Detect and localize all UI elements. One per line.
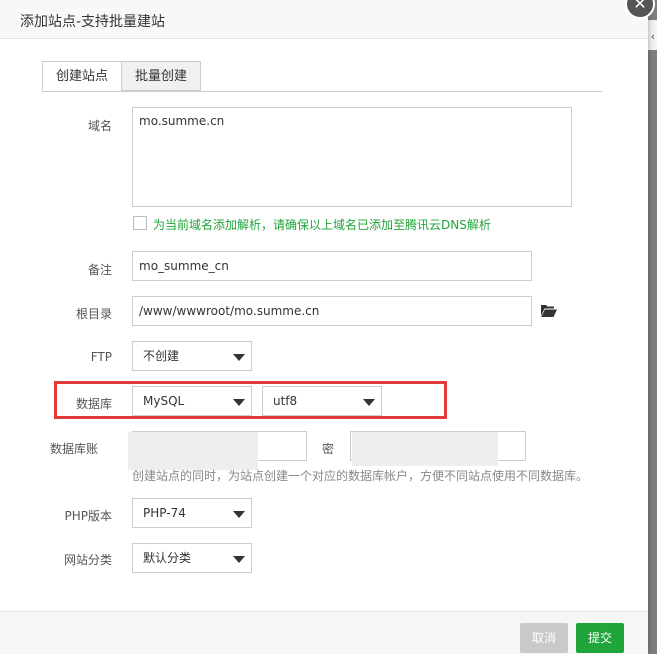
submit-button[interactable]: 提交 — [576, 623, 624, 653]
database-note: 创建站点的同时，为站点创建一个对应的数据库帐户，方便不同站点使用不同数据库。 — [132, 469, 589, 483]
chevron-down-icon — [233, 511, 245, 518]
ftp-selected-value: 不创建 — [143, 349, 180, 363]
tab-create-site[interactable]: 创建站点 — [42, 61, 122, 91]
database-type-select[interactable]: MySQL — [132, 386, 252, 416]
ftp-label: FTP — [90, 350, 112, 364]
dialog-title: 添加站点-支持批量建站 — [20, 14, 166, 30]
database-charset-value: utf8 — [273, 394, 298, 408]
php-version-value: PHP-74 — [143, 506, 186, 520]
dns-hint-text: 为当前域名添加解析，请确保以上域名已添加至腾讯云DNS解析 — [153, 218, 491, 232]
db-account-label: 数据库账 — [50, 442, 99, 456]
folder-open-icon[interactable] — [541, 304, 557, 317]
tab-bar: 创建站点 批量创建 — [42, 61, 602, 92]
chevron-down-icon — [233, 556, 245, 563]
site-category-label: 网站分类 — [63, 553, 112, 567]
blurred-region — [352, 432, 498, 466]
site-category-select[interactable]: 默认分类 — [132, 543, 252, 573]
chevron-down-icon — [233, 354, 245, 361]
db-password-label: 密 — [322, 442, 335, 456]
add-site-dialog: 添加站点-支持批量建站 创建站点 批量创建 域名 mo.summe.cn 为当前… — [0, 0, 648, 654]
domain-textarea[interactable]: mo.summe.cn — [132, 107, 572, 207]
tab-batch-create[interactable]: 批量创建 — [121, 61, 201, 91]
remark-label: 备注 — [87, 263, 112, 277]
blurred-region — [128, 432, 258, 470]
database-label: 数据库 — [75, 397, 112, 411]
database-charset-select[interactable]: utf8 — [262, 386, 382, 416]
chevron-down-icon — [363, 399, 375, 406]
cancel-button[interactable]: 取消 — [520, 623, 568, 653]
chevron-down-icon — [233, 399, 245, 406]
root-dir-label: 根目录 — [75, 307, 112, 321]
ftp-select[interactable]: 不创建 — [132, 341, 252, 371]
database-type-value: MySQL — [143, 394, 185, 408]
remark-input[interactable]: mo_summe_cn — [132, 251, 532, 281]
dns-resolve-checkbox[interactable] — [133, 216, 147, 230]
php-version-select[interactable]: PHP-74 — [132, 498, 252, 528]
domain-label: 域名 — [87, 119, 112, 133]
php-version-label: PHP版本 — [64, 509, 113, 523]
site-category-value: 默认分类 — [143, 551, 192, 565]
root-dir-input[interactable]: /www/wwwroot/mo.summe.cn — [132, 296, 532, 326]
